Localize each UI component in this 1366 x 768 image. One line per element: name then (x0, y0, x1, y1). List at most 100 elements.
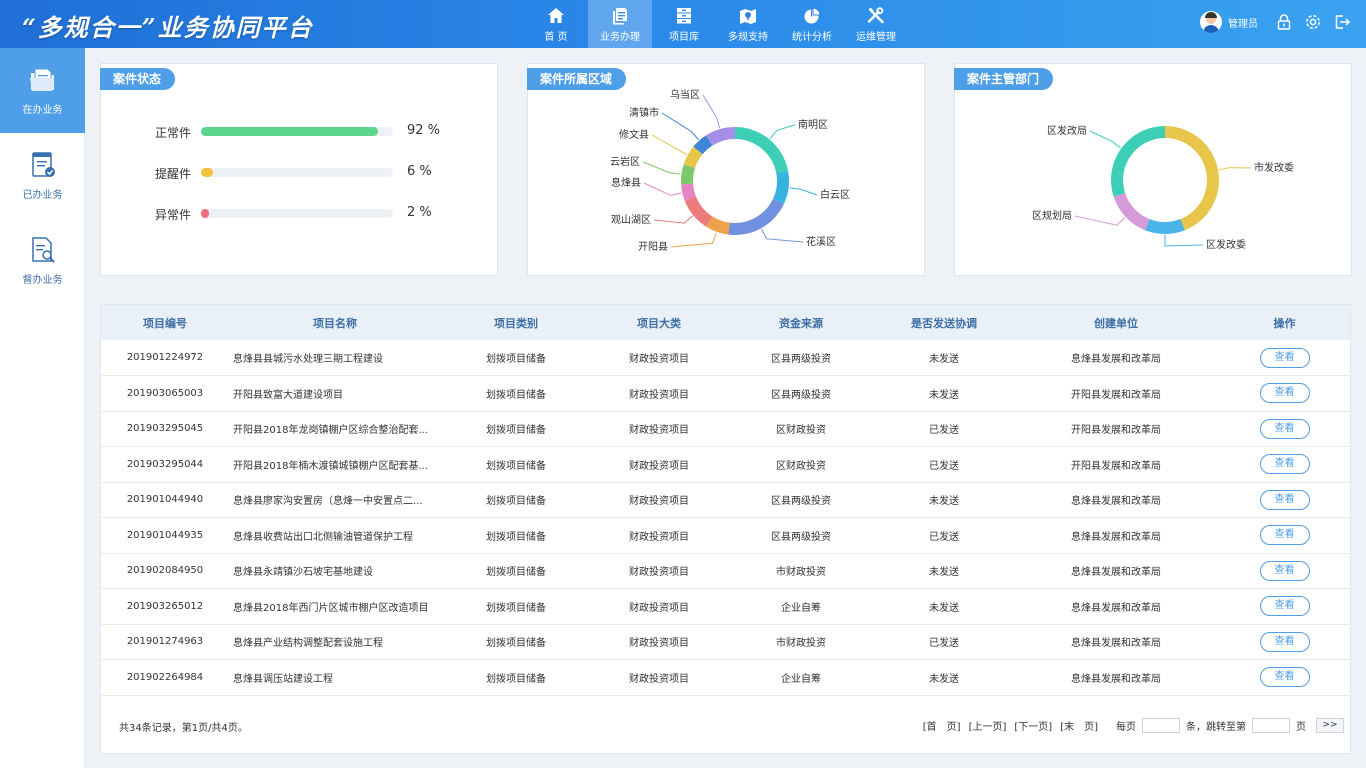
view-button[interactable]: 查看 (1259, 383, 1310, 404)
table-cell: 息烽县永靖镇沙石坡宅基地建设 (233, 567, 373, 579)
table-row[interactable]: 201903295045 开阳县2018年龙岗镇棚户区综合整治配套... 划拨项目储… (101, 411, 1350, 447)
nav-statistics[interactable]: 统计分析 (780, 0, 844, 48)
sidebar-item-supervised[interactable]: 督办业务 (0, 218, 85, 303)
region-slice[interactable] (773, 170, 789, 204)
table-cell: 划拨项目储备 (486, 638, 546, 650)
department-slice[interactable] (1165, 126, 1219, 231)
view-button[interactable]: 查看 (1259, 347, 1310, 368)
table-header-row: 项目编号 项目名称 项目类别 项目大类 资金来源 是否发送协调 创建单位 操作 (101, 305, 1350, 340)
table-cell: 查看 (1219, 411, 1350, 447)
page-suffix: 页 (1296, 722, 1306, 733)
user-menu[interactable]: 管理员 (1200, 11, 1258, 33)
view-button[interactable]: 查看 (1259, 560, 1310, 581)
folder-icon (29, 68, 54, 91)
prev-page-link[interactable]: [上一页] (969, 718, 1007, 733)
column-header: 项目大类 (637, 316, 681, 330)
region-label: 观山湖区 (611, 214, 651, 226)
table-cell: 财政投资项目 (629, 389, 689, 401)
table-cell: 财政投资项目 (629, 567, 689, 579)
table-row[interactable]: 201902264984 息烽县调压站建设工程 划拨项目储备 财政投资项目 企业自筹 未发… (101, 660, 1350, 695)
table-cell: 未发送 (929, 673, 959, 685)
table-cell: 息烽县发展和改革局 (1071, 673, 1161, 685)
table-row[interactable]: 201903295044 开阳县2018年楠木渡镇城镇棚户区配套基... 划拨项目储… (101, 447, 1350, 482)
app-title: “多规合一”业务协同平台 (22, 13, 314, 42)
table-row[interactable]: 201901224972 息烽县县城污水处理三期工程建设 划拨项目储备 财政投资项目 区… (101, 340, 1350, 376)
progress-track (201, 168, 393, 177)
nav-ops-management[interactable]: 运维管理 (844, 0, 908, 48)
region-leader-line (761, 228, 804, 243)
avatar (1200, 11, 1222, 33)
progress-track (201, 209, 393, 218)
jump-page-input[interactable] (1252, 718, 1290, 733)
table-cell: 息烽县发展和改革局 (1071, 602, 1161, 614)
nav-business[interactable]: 业务办理 (588, 0, 652, 48)
region-leader-line (769, 124, 796, 139)
first-page-link[interactable]: [首 页] (923, 718, 961, 733)
record-summary: 共34条记录，第1页/共4页。 (119, 723, 248, 734)
department-slice[interactable] (1145, 219, 1185, 234)
region-slice[interactable] (684, 196, 713, 227)
table-cell: 开阳县发展和改革局 (1071, 460, 1161, 472)
table-cell: 未发送 (929, 389, 959, 401)
region-label: 修文县 (619, 128, 649, 141)
view-button[interactable]: 查看 (1259, 525, 1310, 546)
gear-icon[interactable] (1304, 13, 1322, 31)
nav-project-library[interactable]: 项目库 (652, 0, 716, 48)
status-name: 异常件 (155, 208, 192, 222)
progress-fill (201, 168, 213, 177)
table-cell: 区县两级投资 (771, 354, 831, 365)
table-row[interactable]: 201903065003 开阳县致富大道建设项目 划拨项目储备 财政投资项目 区县两级投… (101, 376, 1350, 411)
sidebar-item-label: 在办业务 (22, 105, 63, 116)
department-slice[interactable] (1111, 126, 1165, 197)
lock-icon[interactable] (1275, 13, 1293, 31)
nav-planning-support[interactable]: 多规支持 (716, 0, 780, 48)
view-button[interactable]: 查看 (1259, 489, 1310, 510)
view-button[interactable]: 查看 (1259, 667, 1310, 688)
table-cell: 区财政投资 (776, 425, 826, 437)
document-icon (613, 7, 627, 24)
table-cell: 开阳县发展和改革局 (1071, 425, 1161, 437)
table-row[interactable]: 201902084950 息烽县永靖镇沙石坡宅基地建设 划拨项目储备 财政投资项目 市财… (101, 553, 1350, 589)
region-label: 云岩区 (610, 155, 640, 168)
view-button[interactable]: 查看 (1259, 596, 1310, 617)
department-label: 市发改委 (1254, 161, 1294, 174)
view-button[interactable]: 查看 (1259, 454, 1310, 475)
view-button[interactable]: 查看 (1259, 631, 1310, 652)
department-leader-line (1218, 167, 1252, 171)
nav-business-label: 业务办理 (600, 31, 640, 43)
nav-home[interactable]: 首 页 (524, 0, 588, 48)
next-page-link[interactable]: [下一页] (1014, 718, 1052, 733)
table-row[interactable]: 201901274963 息烽县产业结构调整配套设施工程 划拨项目储备 财政投资项目 市… (101, 624, 1350, 660)
table-cell: 财政投资项目 (629, 460, 689, 472)
sidebar-item-completed[interactable]: 已办业务 (0, 133, 85, 218)
table-cell: 查看 (1219, 589, 1350, 625)
table-row[interactable]: 201901044935 息烽县收费站出口北侧输油管道保护工程 划拨项目储备 财政投资… (101, 518, 1350, 553)
table-cell: 财政投资项目 (629, 425, 689, 437)
last-page-link[interactable]: [末 页] (1060, 718, 1098, 733)
department-slice[interactable] (1113, 192, 1150, 231)
table-row[interactable]: 201903265012 息烽县2018年西门片区城市棚户区改造项目 划拨项目储备 财… (101, 589, 1350, 625)
per-page-input[interactable] (1142, 718, 1180, 733)
status-percent: 92 % (407, 123, 441, 138)
column-header: 创建单位 (1094, 316, 1138, 330)
go-button[interactable]: >> (1316, 718, 1344, 733)
progress-track (201, 127, 393, 136)
region-leader-line (653, 215, 693, 224)
status-row-abnormal: 异常件 2 % (101, 204, 499, 224)
view-button[interactable]: 查看 (1259, 418, 1310, 439)
sidebar-item-in-progress[interactable]: 在办业务 (0, 48, 85, 133)
table-cell: 已发送 (929, 638, 959, 650)
region-label: 息烽县 (611, 176, 641, 189)
table-cell: 已发送 (929, 460, 959, 472)
region-slice[interactable] (728, 198, 784, 235)
region-label: 开阳县 (638, 241, 668, 253)
region-slice[interactable] (735, 127, 789, 174)
logout-icon[interactable] (1333, 13, 1351, 31)
table-cell: 财政投资项目 (629, 531, 689, 543)
department-label: 区规划局 (1032, 209, 1072, 222)
status-row-reminder: 提醒件 6 % (101, 163, 499, 183)
table-cell: 息烽县收费站出口北侧输油管道保护工程 (233, 531, 413, 543)
table-row[interactable]: 201901044940 息烽县廖家沟安置房（息烽一中安置点二... 划拨项目储备 财… (101, 482, 1350, 518)
project-table-panel: 项目编号 项目名称 项目类别 项目大类 资金来源 是否发送协调 创建单位 操作 2019012… (100, 304, 1351, 754)
user-name: 管理员 (1228, 18, 1258, 30)
